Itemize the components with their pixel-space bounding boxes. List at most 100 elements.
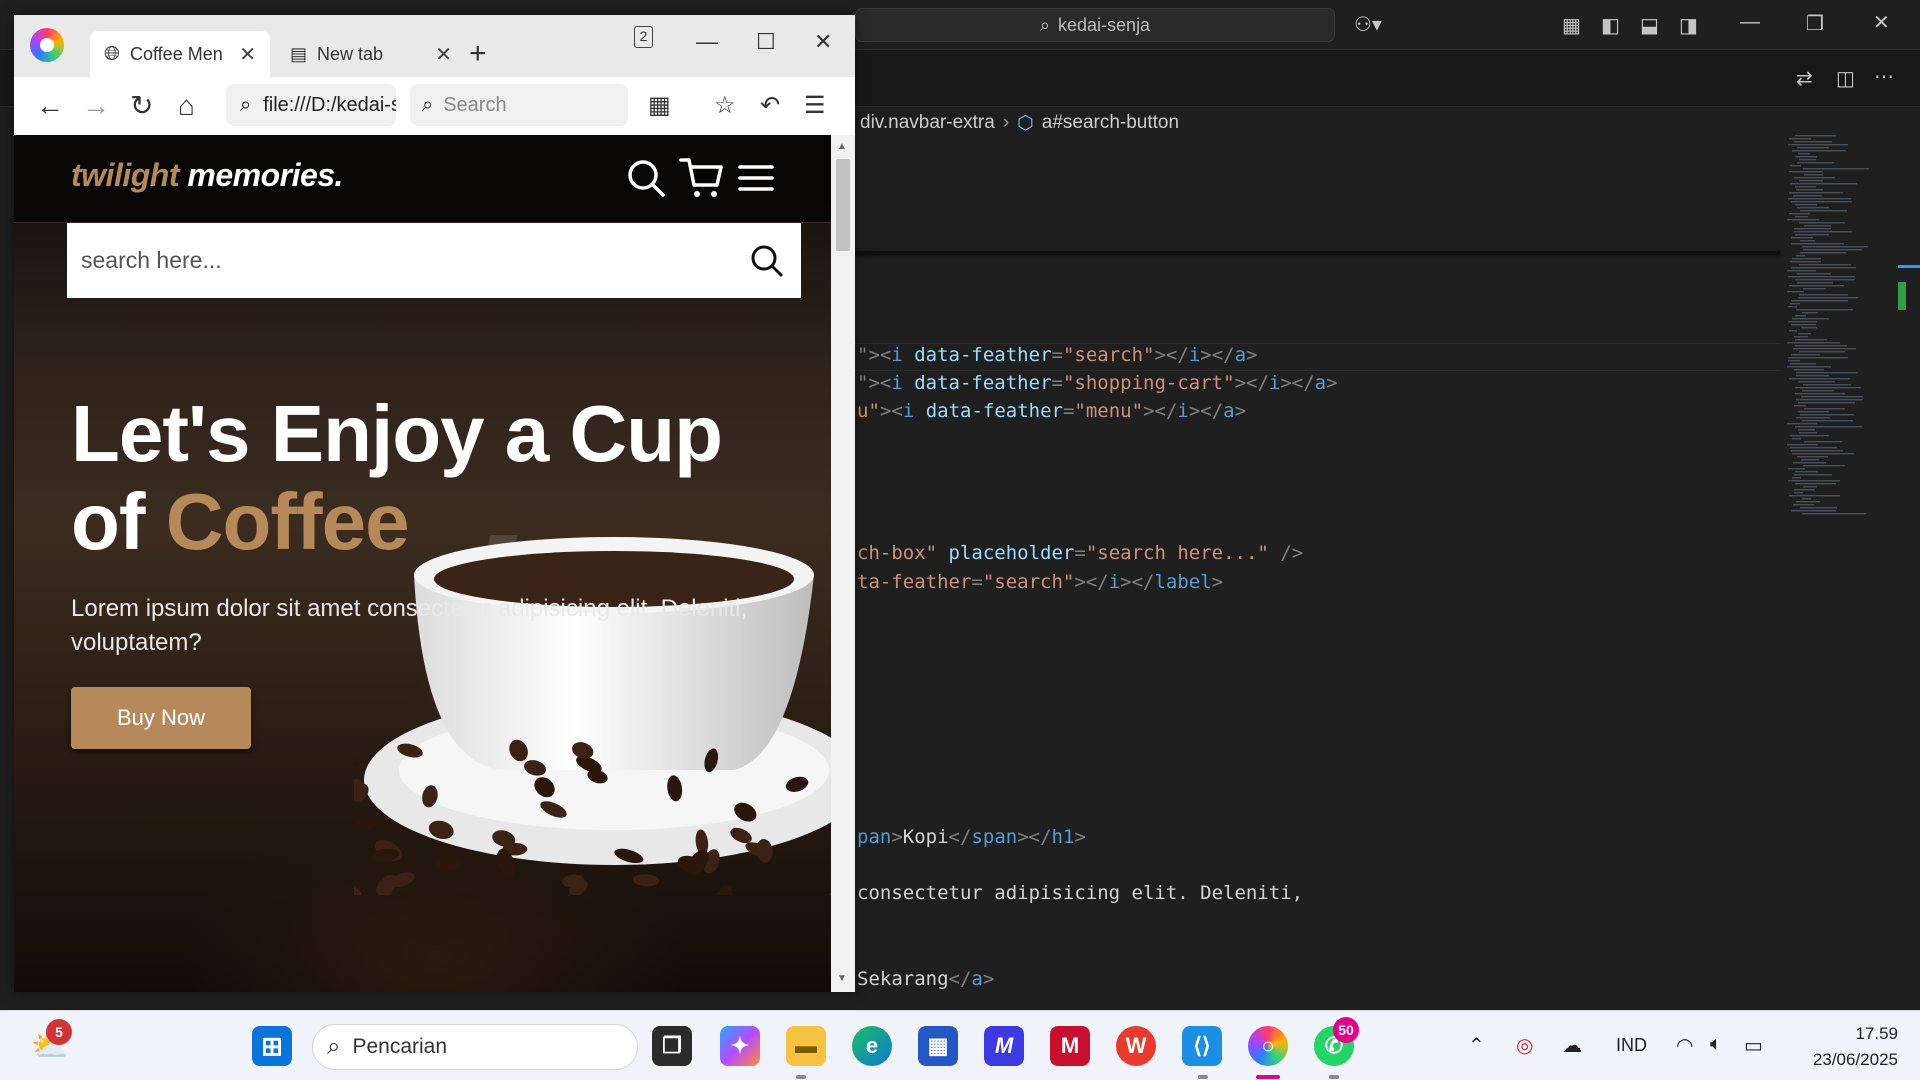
code-line[interactable]: ta-feather="search"></i></label> [857, 571, 1223, 593]
browser-window: 🌐︎ Coffee Menu ✕ ▤ New tab ✕ + 2 — ☐ ✕ ←… [14, 15, 855, 992]
code-line[interactable]: u"><i data-feather="menu"></i></a> [857, 400, 1246, 422]
tab-count-badge[interactable]: 2 [634, 26, 653, 48]
running-indicator [796, 1075, 806, 1079]
hero-description: Lorem ipsum dolor sit amet consectetur a… [71, 595, 748, 656]
page-scrollbar[interactable]: ▲ ▼ [831, 135, 855, 992]
search-icon: ⌕ [240, 93, 252, 116]
breadcrumb-item[interactable]: div.navbar-extra [860, 112, 995, 134]
restore-icon[interactable]: ❐ [1806, 11, 1824, 36]
maximize-icon[interactable]: ☐ [756, 29, 776, 55]
newtab-page-icon: ▤ [290, 43, 308, 64]
site-logo[interactable]: twilight memories. [71, 157, 343, 194]
reload-icon[interactable]: ↻ [130, 87, 153, 125]
minimap[interactable] [1785, 135, 1900, 525]
code-line[interactable]: consectetur adipisicing elit. Deleniti, [857, 882, 1303, 904]
mathpix-app-icon[interactable]: M [984, 1026, 1024, 1066]
taskbar-search[interactable]: ⌕ Pencarian [312, 1024, 638, 1070]
tab-label: New tab [317, 43, 384, 64]
mcafee-icon[interactable]: M [1050, 1026, 1090, 1066]
copilot-icon[interactable]: ⚇▾ [1354, 12, 1382, 37]
split-editor-icon[interactable]: ◫ [1836, 66, 1855, 91]
hero-title-of: of [71, 477, 166, 566]
site-search-box [67, 223, 801, 298]
close-icon[interactable]: ✕ [1873, 10, 1890, 35]
code-line[interactable]: Sekarang</a> [857, 968, 994, 990]
clock[interactable]: 17.59 23/06/2025 [1798, 1021, 1898, 1073]
symbol-icon: ⬡ [1017, 112, 1034, 134]
search-icon: ⌕ [327, 1033, 341, 1060]
wifi-icon[interactable]: ◠ [1676, 1033, 1693, 1058]
tab-new-tab[interactable]: ▤ New tab ✕ [276, 31, 466, 77]
windows-start-icon[interactable]: ⊞ [252, 1026, 292, 1066]
sticky-scroll-shadow [855, 251, 1780, 254]
code-line[interactable]: "><i data-feather="shopping-cart"></i></… [857, 372, 1338, 394]
edge-browser-icon[interactable]: e [852, 1026, 892, 1066]
date-text: 23/06/2025 [1812, 1050, 1898, 1069]
menu-icon[interactable] [732, 153, 782, 203]
minimize-icon[interactable]: — [1740, 11, 1760, 34]
search-box[interactable]: ⌕ Search [410, 84, 628, 126]
microsoft-store-icon[interactable]: ▦ [918, 1026, 958, 1066]
address-bar[interactable]: ⌕ file:///D:/kedai-senja/index.html [226, 84, 396, 126]
home-icon[interactable]: ⌂ [178, 87, 195, 125]
windows-taskbar: ⛅ 5 ⊞ ⌕ Pencarian ❐ ✦ ▬ e ▦ M M W ⟨⟩ ○ ✆… [0, 1010, 1920, 1080]
toggle-secondary-sidebar-icon[interactable]: ◨ [1679, 13, 1698, 38]
scroll-up-icon[interactable]: ▲ [837, 141, 847, 152]
wps-office-icon[interactable]: W [1116, 1026, 1156, 1066]
command-center[interactable]: ⌕ kedai-senja [855, 8, 1335, 42]
language-indicator[interactable]: IND [1616, 1035, 1647, 1056]
copilot-icon[interactable]: ✦ [720, 1026, 760, 1066]
minimize-icon[interactable]: — [696, 29, 718, 55]
hero-title-accent: Coffee [165, 477, 410, 566]
active-app-indicator [1256, 1075, 1280, 1079]
toggle-primary-sidebar-icon[interactable]: ◧ [1601, 13, 1620, 38]
scrollbar-change-marker [1898, 282, 1906, 310]
apps-grid-icon[interactable]: ▦ [648, 87, 671, 125]
close-tab-icon[interactable]: ✕ [435, 42, 452, 67]
search-icon[interactable] [747, 241, 787, 281]
breadcrumb-item[interactable]: a#search-button [1042, 112, 1179, 134]
running-indicator [1329, 1075, 1339, 1079]
back-icon[interactable]: ← [36, 87, 64, 125]
volume-icon[interactable]: 🔈︎ [1710, 1033, 1722, 1056]
close-tab-icon[interactable]: ✕ [239, 42, 256, 67]
browser-app-icon[interactable]: ○ [1248, 1026, 1288, 1066]
vscode-icon[interactable]: ⟨⟩ [1182, 1026, 1222, 1066]
logo-dot: . [334, 157, 344, 193]
more-actions-icon[interactable]: ⋯ [1874, 64, 1894, 89]
address-text: file:///D:/kedai-senja/index.html [263, 93, 396, 116]
browser-logo-icon[interactable] [30, 28, 64, 62]
toggle-panel-icon[interactable]: ⬓ [1640, 13, 1659, 38]
search-placeholder: Search [443, 93, 507, 116]
onedrive-offline-icon[interactable]: ☁ [1562, 1033, 1582, 1058]
taskbar-search-placeholder: Pencarian [352, 1035, 448, 1058]
battery-charging-icon[interactable]: ▭ [1744, 1033, 1763, 1058]
bookmarks-icon[interactable]: ☆ [714, 87, 736, 125]
task-view-icon[interactable]: ❐ [652, 1026, 692, 1066]
shopping-cart-icon[interactable] [677, 153, 727, 203]
new-tab-button[interactable]: + [469, 37, 487, 71]
file-explorer-icon[interactable]: ▬ [786, 1026, 826, 1066]
scrollbar-thumb[interactable] [836, 159, 850, 251]
mcafee-tray-icon[interactable]: ◎ [1516, 1033, 1533, 1058]
customize-layout-icon[interactable]: ▦ [1562, 13, 1581, 38]
compare-changes-icon[interactable]: ⇄ [1796, 66, 1813, 91]
buy-now-button[interactable]: Buy Now [71, 687, 251, 749]
menu-icon[interactable]: ☰ [804, 87, 826, 125]
site-navbar: twilight memories. [14, 135, 831, 223]
scroll-down-icon[interactable]: ▼ [837, 973, 847, 984]
breadcrumb: div.navbar-extra › ⬡ a#search-button [860, 108, 1179, 138]
code-line[interactable]: ch-box" placeholder="search here..." /> [857, 542, 1303, 564]
browser-toolbar: ← → ↻ ⌂ ⌕ file:///D:/kedai-senja/index.h… [14, 77, 855, 135]
code-line[interactable]: pan>Kopi</span></h1> [857, 826, 1086, 848]
tab-coffee-menu[interactable]: 🌐︎ Coffee Menu ✕ [90, 31, 270, 77]
search-icon[interactable] [621, 153, 671, 203]
show-hidden-icons-chevron-icon[interactable]: ⌃ [1468, 1033, 1485, 1058]
command-center-label: kedai-senja [1058, 14, 1151, 35]
search-input[interactable] [81, 247, 747, 274]
forward-icon[interactable]: → [82, 87, 110, 125]
search-icon: ⌕ [1039, 14, 1051, 35]
code-line[interactable]: "><i data-feather="search"></i></a> [857, 344, 1258, 366]
undo-icon[interactable]: ↶ [760, 87, 780, 125]
close-window-icon[interactable]: ✕ [814, 29, 832, 55]
